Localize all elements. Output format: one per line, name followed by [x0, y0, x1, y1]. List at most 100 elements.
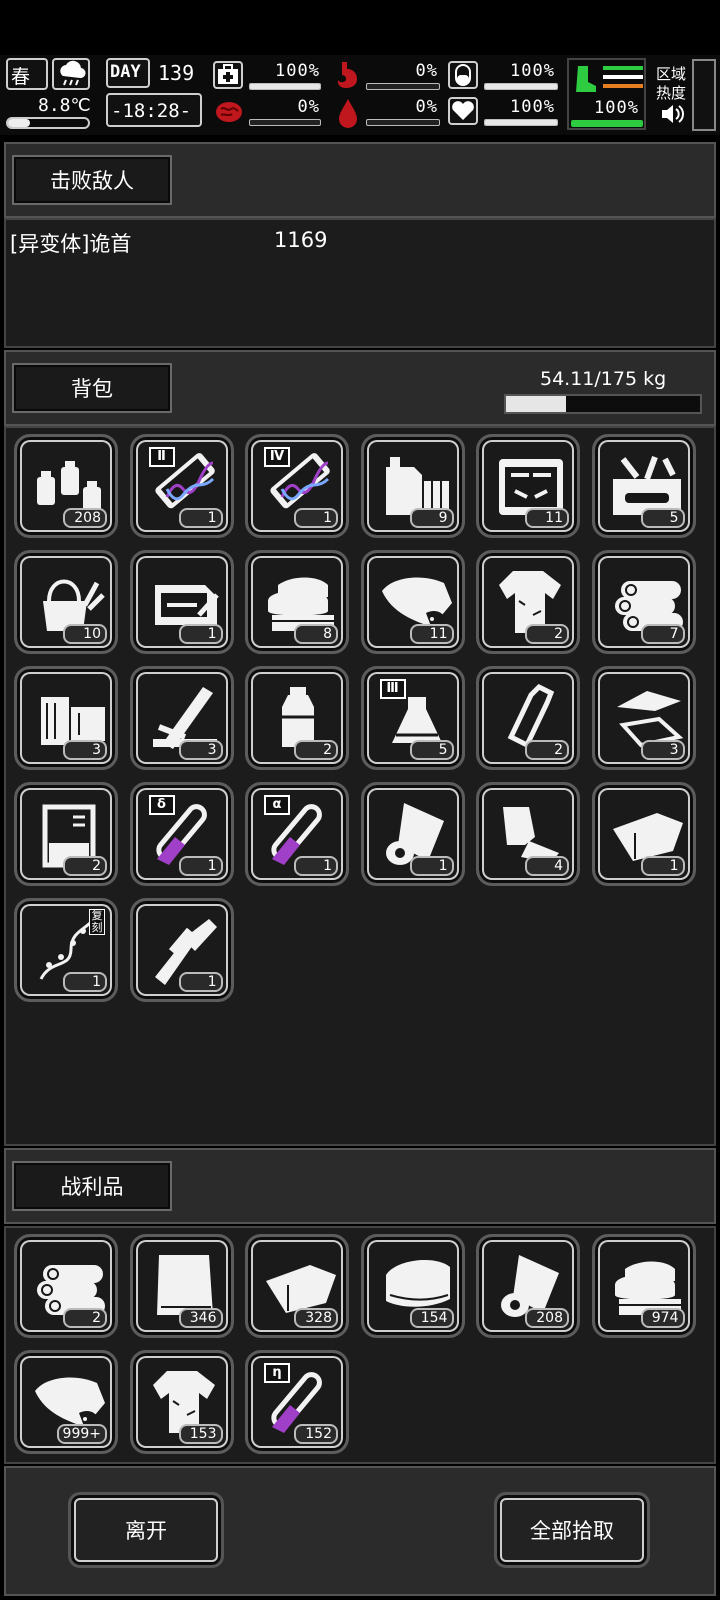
item-slot[interactable]: 11: [476, 434, 580, 538]
item-slot[interactable]: 153: [129, 1350, 234, 1454]
item-count: 9: [409, 508, 454, 528]
item-count: 3: [178, 740, 223, 760]
medkit-icon: [213, 61, 243, 89]
item-slot[interactable]: 4: [476, 782, 580, 886]
infection-bar: [249, 119, 321, 126]
hunger-value: 0%: [415, 61, 438, 81]
weather-icon: [52, 58, 90, 90]
defeat-enemy-panel: [异变体]诡首 1169: [4, 218, 716, 348]
item-slot[interactable]: 328: [245, 1234, 349, 1338]
pickup-all-button[interactable]: 全部拾取: [494, 1492, 650, 1568]
leave-button[interactable]: 离开: [68, 1492, 224, 1568]
speaker-icon[interactable]: [660, 103, 686, 125]
item-slot[interactable]: 10: [14, 550, 118, 654]
tier-badge: Ⅳ: [264, 447, 290, 467]
item-slot[interactable]: 2: [476, 666, 580, 770]
item-count: 1: [409, 856, 454, 876]
defeat-enemy-tab[interactable]: 击败敌人: [12, 155, 172, 205]
status-hud: 春 8.8℃ DAY 139 -18:28- 100% 0% 0% 0% 100…: [0, 55, 720, 135]
item-slot[interactable]: Ⅱ1: [129, 434, 234, 538]
backpack-weight-bar: [504, 394, 702, 414]
item-slot[interactable]: 2: [245, 666, 349, 770]
item-count: 999+: [56, 1424, 107, 1444]
item-slot[interactable]: 3: [591, 666, 696, 770]
item-count: 1: [178, 856, 223, 876]
season-label: 春: [11, 66, 31, 88]
item-slot[interactable]: 154: [360, 1234, 465, 1338]
item-slot[interactable]: 3: [14, 666, 118, 770]
replica-tag: 复刻: [89, 909, 105, 935]
health-value: 100%: [275, 61, 320, 81]
item-count: 10: [63, 624, 107, 644]
item-count: 2: [294, 740, 338, 760]
item-count: 1: [294, 856, 338, 876]
tier-badge: Ⅲ: [379, 679, 406, 699]
item-slot[interactable]: 复刻 1: [14, 898, 118, 1002]
item-count: 11: [409, 624, 454, 644]
temperature-value: 8.8℃: [38, 95, 91, 116]
item-count: 4: [525, 856, 569, 876]
heart-icon: [448, 97, 478, 125]
item-slot[interactable]: 1: [129, 550, 234, 654]
item-slot[interactable]: 7: [591, 550, 696, 654]
health-bar: [249, 83, 321, 90]
item-count: 1: [640, 856, 685, 876]
item-slot[interactable]: 2: [14, 1234, 118, 1338]
tier-badge: Ⅱ: [148, 447, 175, 467]
tier-badge: η: [264, 1363, 290, 1383]
item-count: 328: [294, 1308, 338, 1328]
item-slot[interactable]: 2: [476, 550, 580, 654]
stamina-bar: [484, 83, 558, 90]
item-slot[interactable]: 999+: [14, 1350, 118, 1454]
backpack-weight-text: 54.11/175 kg: [540, 368, 667, 390]
item-slot[interactable]: α1: [245, 782, 349, 886]
item-count: 1: [63, 972, 107, 992]
hunger-bar: [366, 83, 440, 90]
leg-status-box: 100%: [567, 58, 646, 130]
leg-bar: [571, 120, 643, 127]
item-count: 1: [178, 972, 223, 992]
item-slot[interactable]: δ1: [129, 782, 234, 886]
blood-drop-icon: [336, 97, 360, 129]
day-counter: 139: [158, 61, 195, 85]
enemy-value: 1169: [274, 228, 328, 252]
item-slot[interactable]: 208: [476, 1234, 580, 1338]
item-count: 1: [178, 508, 223, 528]
item-slot[interactable]: Ⅳ1: [245, 434, 349, 538]
item-slot[interactable]: 5: [591, 434, 696, 538]
item-slot[interactable]: 1: [360, 782, 465, 886]
item-count: 5: [409, 740, 454, 760]
day-label: DAY: [110, 62, 141, 82]
stamina-value: 100%: [510, 61, 555, 81]
stomach-icon: [330, 60, 362, 90]
item-slot[interactable]: 11: [360, 550, 465, 654]
item-slot[interactable]: 1: [129, 898, 234, 1002]
item-slot[interactable]: 1: [591, 782, 696, 886]
item-count: 208: [525, 1308, 569, 1328]
item-slot[interactable]: 208: [14, 434, 118, 538]
bleeding-value: 0%: [415, 97, 438, 117]
backpack-grid: 208 Ⅱ 1 Ⅳ 1 9 11 5 10 1 8 11 2 7 3 3 2 Ⅲ 5 2 3 2 δ 1 α 1 1 4 1 复刻 1 1: [4, 426, 716, 1146]
clock-time: -18:28-: [111, 100, 192, 122]
item-slot[interactable]: 9: [360, 434, 465, 538]
item-count: 3: [640, 740, 685, 760]
item-slot[interactable]: 2: [14, 782, 118, 886]
bleeding-bar: [366, 119, 440, 126]
tier-badge: α: [264, 795, 290, 815]
loot-tab[interactable]: 战利品: [12, 1161, 172, 1211]
item-count: 2: [525, 624, 569, 644]
item-slot[interactable]: 974: [591, 1234, 696, 1338]
item-count: 8: [294, 624, 338, 644]
item-count: 208: [63, 508, 107, 528]
item-count: 3: [63, 740, 107, 760]
backpack-tab[interactable]: 背包: [12, 363, 172, 413]
item-slot[interactable]: 8: [245, 550, 349, 654]
item-slot[interactable]: 3: [129, 666, 234, 770]
item-count: 1: [178, 624, 223, 644]
item-slot[interactable]: Ⅲ5: [360, 666, 465, 770]
item-slot[interactable]: 346: [129, 1234, 234, 1338]
item-count: 974: [640, 1308, 685, 1328]
item-slot[interactable]: η 152: [245, 1350, 349, 1454]
tier-badge: δ: [148, 795, 175, 815]
item-count: 1: [294, 508, 338, 528]
